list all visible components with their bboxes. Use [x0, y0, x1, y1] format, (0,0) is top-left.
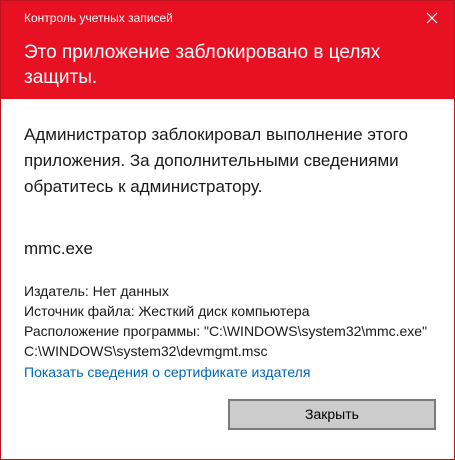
close-button[interactable]: Закрыть: [228, 399, 436, 430]
show-certificate-link[interactable]: Показать сведения о сертификате издателя: [24, 362, 310, 382]
dialog-header: Контроль учетных записей Это приложение …: [1, 1, 454, 99]
program-name: mmc.exe: [24, 239, 93, 258]
dialog-footer: Закрыть: [1, 382, 454, 459]
uac-dialog: Контроль учетных записей Это приложение …: [0, 0, 455, 460]
blocked-headline: Это приложение заблокировано в целях защ…: [24, 42, 381, 88]
window-title: Контроль учетных записей: [24, 11, 173, 25]
close-icon: [426, 12, 438, 24]
program-location-info: Расположение программы: "C:\WINDOWS\syst…: [24, 323, 428, 359]
file-origin-info: Источник файла: Жесткий диск компьютера: [24, 303, 310, 319]
blocked-message: Администратор заблокировал выполнение эт…: [24, 125, 408, 196]
publisher-info: Издатель: Нет данных: [24, 283, 169, 299]
program-details: Издатель: Нет данных Источник файла: Жес…: [24, 281, 439, 361]
window-close-button[interactable]: [419, 6, 445, 30]
